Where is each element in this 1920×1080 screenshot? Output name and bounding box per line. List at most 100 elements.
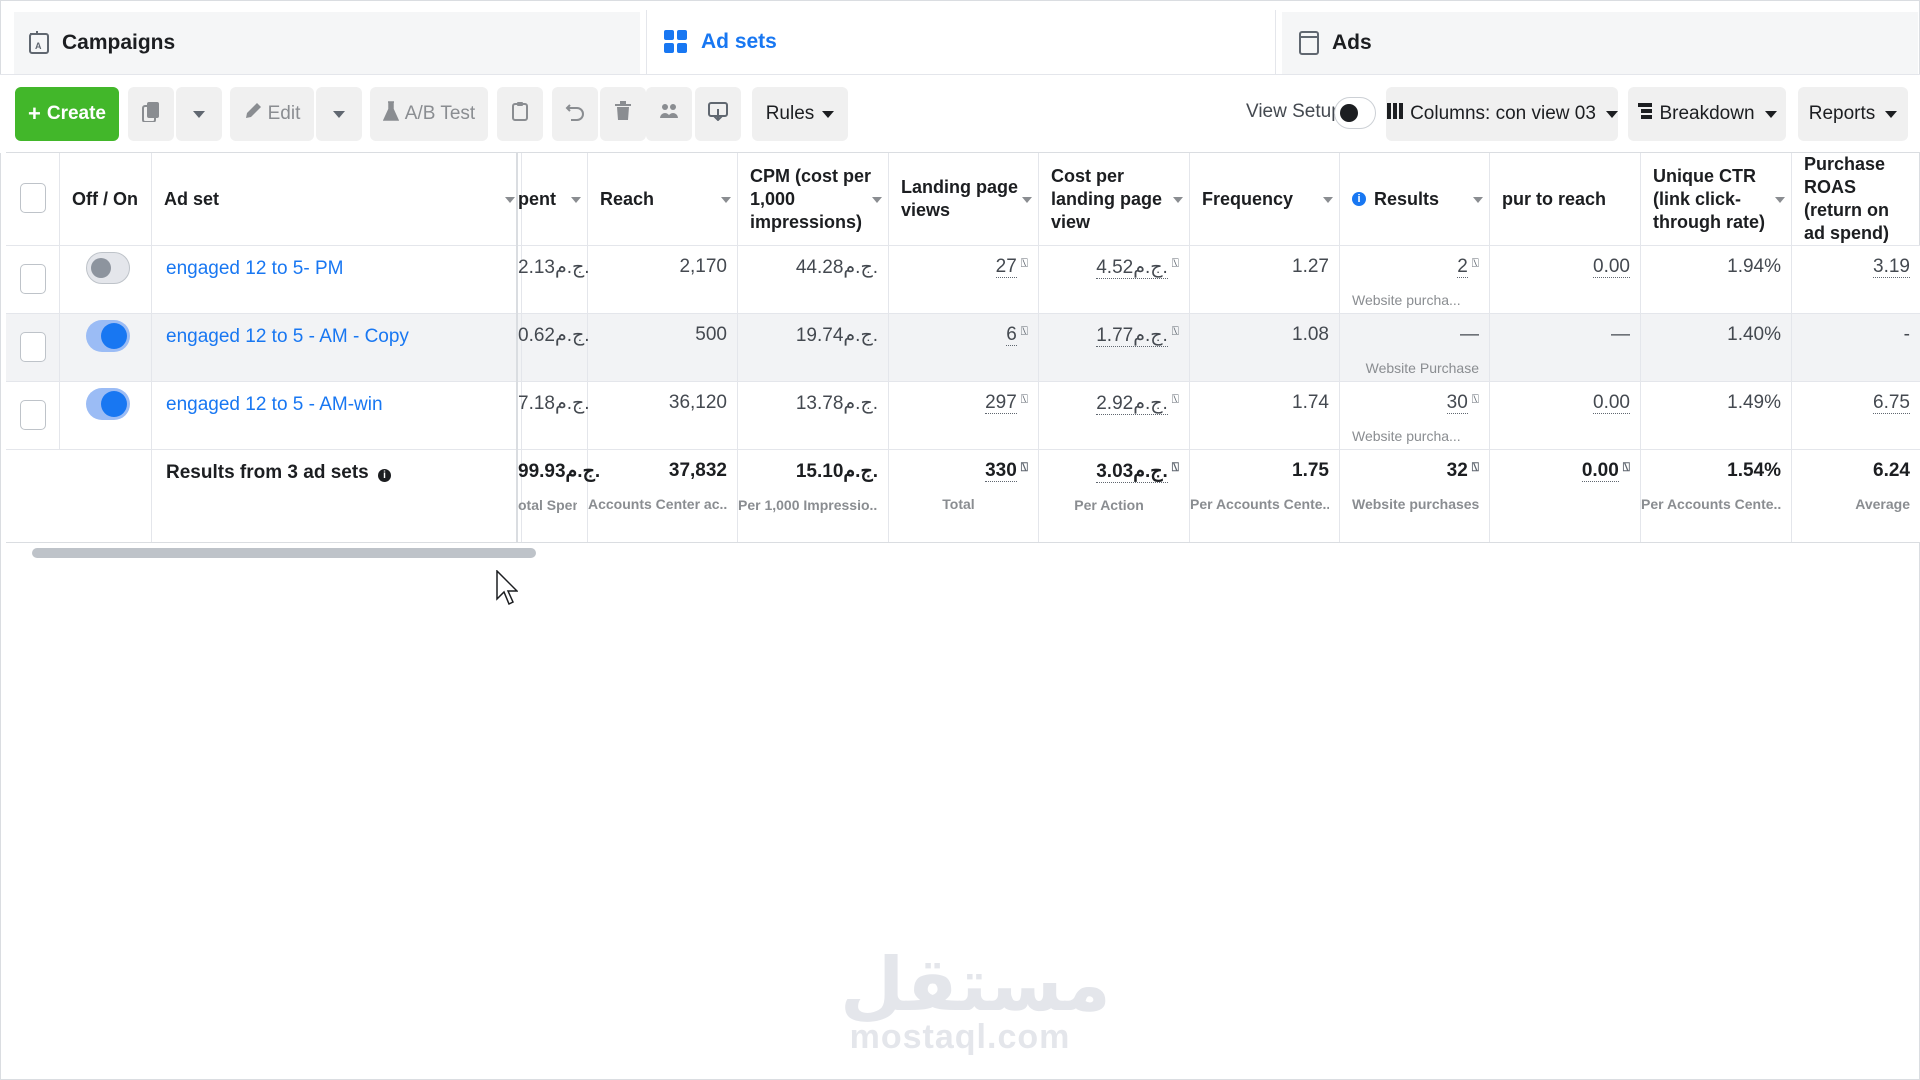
pencil-icon (244, 102, 262, 126)
edit-button[interactable]: Edit (230, 87, 314, 141)
totals-spent-sub: otal Spent (518, 497, 577, 513)
breakdown-label: Breakdown (1659, 103, 1755, 124)
results-value: 2 (1457, 256, 1468, 278)
header-lpv[interactable]: Landing page views (889, 153, 1039, 245)
sort-icon (505, 197, 515, 203)
uctr-value: 1.49% (1641, 382, 1792, 449)
totals-roas-sub: Average (1855, 496, 1910, 512)
header-purreach[interactable]: pur to reach (1490, 153, 1641, 245)
totals-roas-cell: 6.24 Average (1792, 450, 1920, 542)
plus-icon: + (27, 101, 41, 126)
create-button[interactable]: + Create (15, 87, 119, 141)
lpv-value: 6 (1006, 324, 1017, 346)
table-row: engaged 12 to 5- PM 2.13ج.م. 2,170 44.28… (6, 246, 1920, 314)
totals-uctr: 1.54% (1727, 460, 1781, 481)
roas-value: 3.19 (1873, 256, 1910, 278)
roas-cell: 6.75 (1792, 382, 1920, 449)
rules-button[interactable]: Rules (752, 87, 848, 141)
watermark: مستقل mostaql.com (840, 948, 1111, 1057)
compare-icon: ⍂ (1471, 256, 1479, 270)
create-label: Create (46, 103, 106, 124)
adset-toggle[interactable] (86, 320, 130, 352)
header-roas[interactable]: Purchase ROAS (return on ad spend) (1792, 153, 1920, 245)
duplicate-button[interactable] (128, 87, 174, 141)
export-button[interactable] (695, 87, 741, 141)
audience-button[interactable] (646, 87, 692, 141)
totals-spent-cell: 99.93ج.م.otal Spent (518, 450, 600, 542)
totals-frequency-sub: Per Accounts Cente... (1190, 496, 1329, 512)
cplpv-value: 4.52ج.م. (1096, 257, 1168, 279)
sort-icon (1173, 197, 1183, 203)
select-all-checkbox[interactable] (20, 183, 46, 213)
purreach-value: 0.00 (1593, 256, 1630, 278)
header-adset[interactable]: Ad set (152, 153, 522, 245)
totals-cplpv-cell: 3.03ج.م. ⍂ Per Action (1039, 450, 1190, 542)
roas-value: - (1903, 324, 1910, 345)
totals-row: Results from 3 ad sets i 99.93ج.م. otal S… (6, 450, 1920, 543)
adset-name-link[interactable]: engaged 12 to 5 - AM - Copy (152, 314, 522, 381)
header-spent-label: pent (518, 188, 556, 209)
header-results-label: Results (1374, 188, 1440, 209)
info-icon: i (1352, 192, 1366, 206)
duplicate-icon (141, 100, 161, 128)
tab-campaigns[interactable]: A Campaigns (14, 12, 640, 74)
toggle-cell (60, 246, 152, 313)
reports-button[interactable]: Reports (1798, 87, 1908, 141)
edit-dropdown-button[interactable] (316, 87, 362, 141)
lpv-cell: 297 ⍂ (889, 382, 1039, 449)
breakdown-button[interactable]: Breakdown (1628, 87, 1786, 141)
header-frequency[interactable]: Frequency (1190, 153, 1340, 245)
compare-icon: ⍂ (1171, 460, 1179, 474)
tab-adsets[interactable]: Ad sets (646, 10, 1276, 74)
horizontal-scrollbar[interactable] (32, 548, 536, 558)
compare-icon: ⍂ (1471, 392, 1479, 406)
totals-cplpv-sub: Per Action (1074, 497, 1144, 513)
reach-value: 2,170 (588, 246, 738, 313)
delete-button[interactable] (600, 87, 646, 141)
results-value: — (1460, 324, 1479, 345)
header-adset-label: Ad set (164, 188, 220, 209)
frequency-value: 1.08 (1190, 314, 1340, 381)
row-checkbox[interactable] (20, 264, 46, 294)
cplpv-cell: 4.52ج.م. ⍂ (1039, 246, 1190, 313)
header-uctr[interactable]: Unique CTR (link click-through rate) (1641, 153, 1792, 245)
adset-name-link[interactable]: engaged 12 to 5- PM (152, 246, 522, 313)
lpv-cell: 6 ⍂ (889, 314, 1039, 381)
totals-cpm-sub: Per 1,000 Impressio... (738, 497, 878, 513)
adset-name-link[interactable]: engaged 12 to 5 - AM-win (152, 382, 522, 449)
lpv-value: 297 (985, 392, 1017, 414)
header-cplpv[interactable]: Cost per landing page view (1039, 153, 1190, 245)
tab-ads[interactable]: Ads (1282, 12, 1918, 74)
mouse-cursor-icon (496, 569, 519, 611)
results-sub: Website purcha... (1352, 428, 1461, 444)
spent-value: 2.13ج.م. (518, 246, 590, 313)
row-checkbox[interactable] (20, 400, 46, 430)
compare-icon: ⍂ (1020, 392, 1028, 406)
compare-icon: ⍂ (1622, 460, 1630, 474)
edit-label: Edit (267, 103, 301, 124)
purreach-value: 0.00 (1593, 392, 1630, 414)
ab-test-button[interactable]: A/B Test (370, 87, 488, 141)
row-checkbox[interactable] (20, 332, 46, 362)
header-results[interactable]: i Results (1340, 153, 1490, 245)
results-sub: Website Purchase (1365, 360, 1479, 376)
columns-button[interactable]: Columns: con view 03 (1386, 87, 1618, 141)
undo-button[interactable] (552, 87, 598, 141)
sort-icon (1022, 197, 1032, 203)
header-reach[interactable]: Reach (588, 153, 738, 245)
rules-label: Rules (765, 103, 815, 124)
clipboard-button[interactable] (497, 87, 543, 141)
cplpv-value: 2.92ج.م. (1096, 393, 1168, 415)
tab-campaigns-label: Campaigns (62, 31, 176, 54)
frequency-value: 1.74 (1190, 382, 1340, 449)
frequency-value: 1.27 (1190, 246, 1340, 313)
duplicate-dropdown-button[interactable] (176, 87, 222, 141)
header-cpm[interactable]: CPM (cost per 1,000 impressions) (738, 153, 889, 245)
header-spent[interactable]: pent (518, 153, 588, 245)
view-setup-toggle[interactable] (1334, 97, 1376, 129)
totals-cpm: 15.10ج.م. (795, 461, 878, 482)
lpv-cell: 27 ⍂ (889, 246, 1039, 313)
cplpv-cell: 1.77ج.م. ⍂ (1039, 314, 1190, 381)
adset-toggle[interactable] (86, 388, 130, 420)
adset-toggle[interactable] (86, 252, 130, 284)
